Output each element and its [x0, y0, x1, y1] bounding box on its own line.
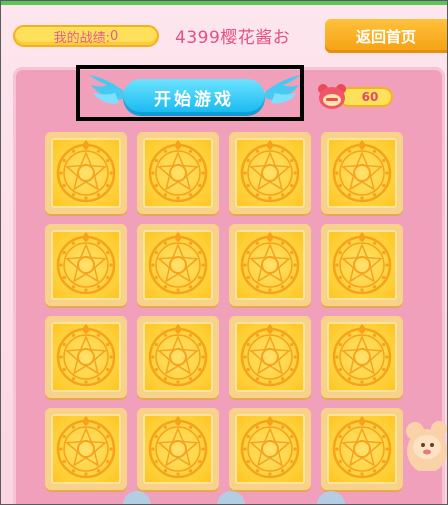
magic-circle-icon: [148, 140, 208, 203]
card-tile[interactable]: [321, 224, 403, 306]
magic-circle-icon: [332, 232, 392, 295]
magic-circle-icon: [56, 416, 116, 479]
card-tile[interactable]: [137, 408, 219, 490]
magic-circle-icon: [240, 140, 300, 203]
magic-circle-icon: [56, 232, 116, 295]
card-tile[interactable]: [137, 132, 219, 214]
score-value: 0: [110, 28, 119, 44]
card-tile[interactable]: [45, 408, 127, 490]
card-tile[interactable]: [229, 408, 311, 490]
counter-value: 60: [339, 87, 393, 107]
card-tile[interactable]: [229, 132, 311, 214]
bear-face-icon: [318, 84, 346, 109]
highlight-box: [76, 65, 304, 121]
magic-circle-icon: [56, 140, 116, 203]
magic-circle-icon: [240, 232, 300, 295]
magic-circle-icon: [240, 324, 300, 387]
game-frame: 我的战绩: 0 4399樱花酱お 返回首页 开始游戏 60: [0, 0, 448, 505]
card-tile[interactable]: [137, 316, 219, 398]
bear-mascot-icon: [406, 421, 447, 471]
user-name: 4399樱花酱お: [175, 28, 291, 48]
card-tile[interactable]: [45, 132, 127, 214]
card-tile[interactable]: [45, 316, 127, 398]
magic-circle-icon: [332, 324, 392, 387]
magic-circle-icon: [332, 140, 392, 203]
card-tile[interactable]: [229, 224, 311, 306]
score-badge: 我的战绩: 0: [13, 25, 159, 47]
top-border: [1, 1, 447, 5]
card-tile[interactable]: [45, 224, 127, 306]
magic-circle-icon: [148, 416, 208, 479]
card-tile[interactable]: [321, 132, 403, 214]
score-label: 我的战绩:: [53, 30, 111, 46]
magic-circle-icon: [56, 324, 116, 387]
home-button[interactable]: 返回首页: [325, 19, 447, 53]
card-tile[interactable]: [321, 316, 403, 398]
card-tile[interactable]: [229, 316, 311, 398]
magic-circle-icon: [148, 232, 208, 295]
card-tile[interactable]: [321, 408, 403, 490]
card-tile[interactable]: [137, 224, 219, 306]
magic-circle-icon: [240, 416, 300, 479]
bottom-decoration: [123, 491, 345, 504]
counter: 60: [317, 84, 395, 109]
magic-circle-icon: [148, 324, 208, 387]
magic-circle-icon: [332, 416, 392, 479]
